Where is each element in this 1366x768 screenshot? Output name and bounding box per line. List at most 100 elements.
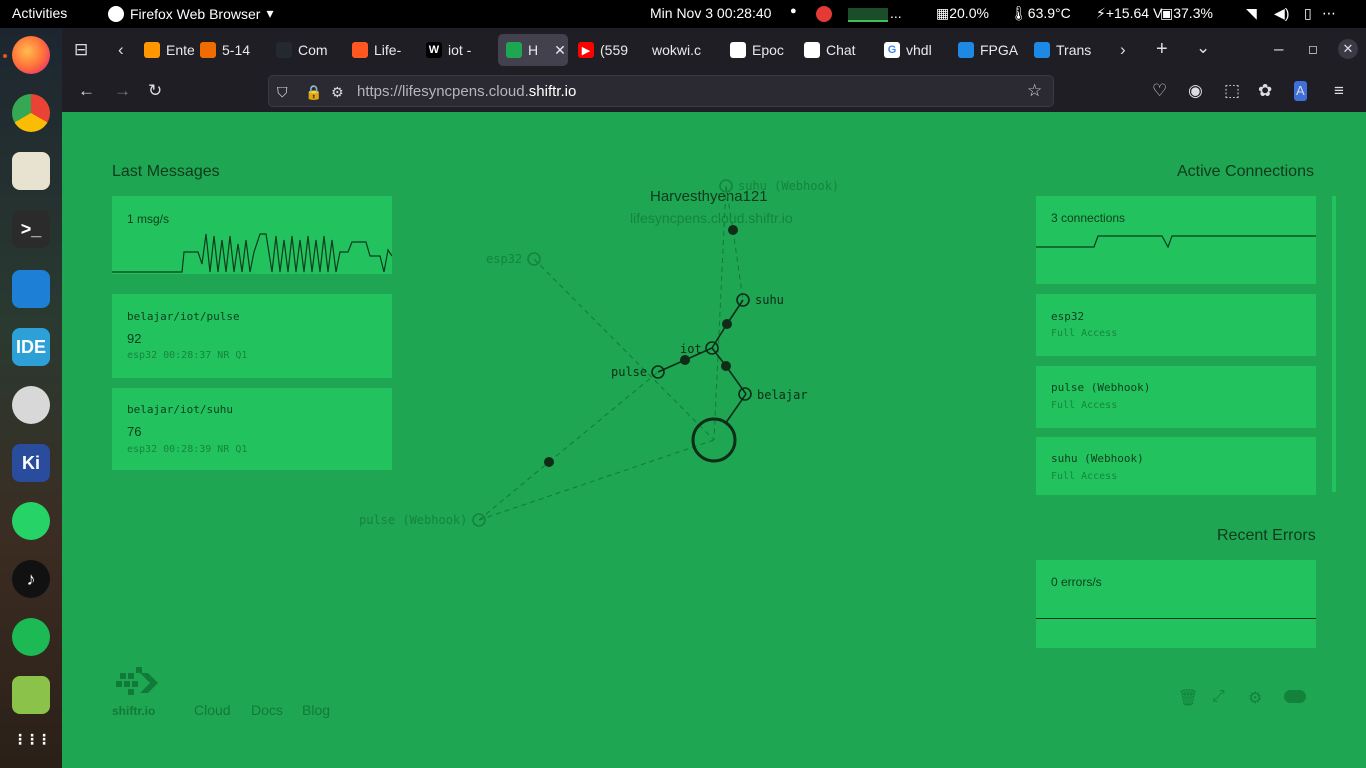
- connection-count-card: 3 connections: [1036, 196, 1316, 284]
- connections-scrollbar[interactable]: [1332, 196, 1336, 492]
- tab-label: Com: [298, 42, 328, 58]
- tab-0[interactable]: Ente: [144, 34, 194, 66]
- tiktok-icon[interactable]: ♪: [12, 560, 50, 598]
- tab-2[interactable]: Com: [276, 34, 344, 66]
- close-window-icon[interactable]: ✕: [1338, 39, 1358, 59]
- kicad-icon[interactable]: Ki: [12, 444, 50, 482]
- connection-card-esp32[interactable]: esp32 Full Access: [1036, 294, 1316, 356]
- error-rate: 0 errors/s: [1051, 575, 1102, 589]
- lock-icon[interactable]: 🔒: [305, 82, 322, 102]
- new-tab-icon[interactable]: +: [1156, 39, 1168, 59]
- graph-message-dot: [728, 225, 738, 235]
- tab-4[interactable]: Wiot -: [426, 34, 490, 66]
- tiktok-glyph: ♪: [26, 568, 36, 589]
- trash-icon[interactable]: 🗑: [1178, 688, 1198, 708]
- connection-graph[interactable]: suhu (Webhook) esp32 suhu iot pulse bela…: [342, 152, 942, 592]
- app-grid-icon[interactable]: ⋮⋮⋮: [12, 720, 51, 758]
- back-icon[interactable]: ←: [78, 81, 95, 101]
- connection-access: Full Access: [1051, 400, 1118, 411]
- tab-favicon-icon: ▶: [578, 42, 594, 58]
- maximize-icon[interactable]: ◻: [1308, 39, 1318, 59]
- activities-button[interactable]: Activities: [12, 5, 67, 21]
- connection-count-sparkline: [1036, 235, 1316, 249]
- tab-8[interactable]: Epoc: [730, 34, 796, 66]
- settings-icon[interactable]: [12, 386, 50, 424]
- footer-link-cloud[interactable]: Cloud: [194, 702, 231, 718]
- tab-12[interactable]: Trans: [1034, 34, 1100, 66]
- connection-access: Full Access: [1051, 471, 1118, 482]
- frog-app-icon[interactable]: [12, 676, 50, 714]
- shiftr-logo-icon: [116, 667, 158, 695]
- shield-icon[interactable]: ⛉: [277, 82, 288, 102]
- tabs-scroll-right-icon[interactable]: ›: [1120, 40, 1126, 60]
- error-rate-line: [1036, 618, 1316, 619]
- logo-text: shiftr.io: [112, 704, 156, 718]
- firefox-small-icon: [108, 5, 124, 22]
- fullscreen-icon[interactable]: ⤢: [1212, 688, 1225, 706]
- connection-name: pulse (Webhook): [1051, 381, 1151, 394]
- footer-link-blog[interactable]: Blog: [302, 702, 330, 718]
- close-tab-icon[interactable]: ✕: [554, 42, 566, 59]
- arduino-ide-glyph: IDE: [15, 336, 46, 357]
- connection-card-suhu-webhook[interactable]: suhu (Webhook) Full Access: [1036, 437, 1316, 495]
- whatsapp-icon[interactable]: [12, 502, 50, 540]
- bookmark-star-icon[interactable]: ☆: [1027, 81, 1042, 101]
- tab-label: Epoc: [752, 42, 784, 58]
- battery-icon[interactable]: ▯: [1304, 5, 1312, 22]
- tab-favicon-icon: [144, 42, 160, 58]
- tab-favicon-icon: [730, 42, 746, 58]
- hamburger-menu-icon[interactable]: ≡: [1334, 81, 1344, 101]
- tab-11[interactable]: FPGA: [958, 34, 1026, 66]
- cpu-usage: ▦20.0%: [936, 5, 989, 22]
- shiftr-dashboard: Last Messages 1 msg/s belajar/iot/pulse …: [62, 112, 1366, 768]
- minimize-icon[interactable]: –: [1274, 39, 1283, 59]
- tab-10[interactable]: Gvhdl: [884, 34, 950, 66]
- spotify-icon[interactable]: [12, 618, 50, 656]
- chrome-icon[interactable]: [12, 94, 50, 132]
- url-domain: shiftr.io: [528, 83, 577, 100]
- clock[interactable]: Min Nov 3 00:28:40: [650, 5, 771, 21]
- connection-card-pulse-webhook[interactable]: pulse (Webhook) Full Access: [1036, 366, 1316, 428]
- permissions-icon[interactable]: ⚙: [331, 82, 344, 102]
- gear-icon[interactable]: ⚙: [1248, 688, 1262, 708]
- tab-1[interactable]: 5-14: [200, 34, 268, 66]
- cpu-icon: ▦: [936, 5, 950, 21]
- url-text[interactable]: https://lifesyncpens.cloud.shiftr.io: [357, 83, 576, 100]
- url-bar[interactable]: ⛉ 🔒 ⚙ https://lifesyncpens.cloud.shiftr.…: [268, 75, 1054, 107]
- footer-link-docs[interactable]: Docs: [251, 702, 283, 718]
- theme-toggle-icon[interactable]: [1284, 690, 1306, 703]
- pocket-icon[interactable]: ♡: [1152, 81, 1167, 101]
- tab-favicon-icon: [506, 42, 522, 58]
- files-icon[interactable]: [12, 152, 50, 190]
- tab-favicon-icon: [958, 42, 974, 58]
- reload-icon[interactable]: ↻: [148, 81, 162, 101]
- node-belajar[interactable]: [738, 387, 752, 401]
- tab-6[interactable]: ▶ (559: [578, 34, 644, 66]
- volume-icon[interactable]: ◀): [1274, 5, 1289, 22]
- translate-icon[interactable]: A: [1294, 81, 1307, 101]
- tab-5[interactable]: H ✕: [498, 34, 568, 66]
- shiftr-logo[interactable]: shiftr.io: [112, 665, 162, 718]
- vscode-icon[interactable]: [12, 270, 50, 308]
- tab-overview-icon[interactable]: ⊟: [74, 40, 88, 60]
- list-tabs-icon[interactable]: ⌄: [1196, 38, 1210, 58]
- account-icon[interactable]: ◉: [1188, 81, 1203, 101]
- extensions-icon[interactable]: ⬚: [1224, 81, 1240, 101]
- wifi-icon[interactable]: ◥: [1246, 5, 1257, 22]
- tab-9[interactable]: Chat: [804, 34, 874, 66]
- arduino-ide-icon[interactable]: IDE: [12, 328, 50, 366]
- app-menu[interactable]: Firefox Web Browser ▾: [108, 5, 273, 22]
- label-iot: iot: [680, 342, 702, 356]
- firefox-icon[interactable]: [12, 36, 50, 74]
- terminal-icon[interactable]: >_: [12, 210, 50, 248]
- recording-dot-icon: ●: [790, 5, 797, 17]
- forward-icon[interactable]: →: [114, 81, 131, 101]
- error-rate-card: 0 errors/s: [1036, 560, 1316, 648]
- tab-label: Life-: [374, 42, 402, 58]
- tabs-scroll-left-icon[interactable]: ‹: [118, 40, 124, 60]
- tab-favicon-icon: [804, 42, 820, 58]
- extension-gnome-icon[interactable]: ✿: [1258, 81, 1272, 101]
- tab-7[interactable]: wokwi.c: [652, 34, 722, 66]
- system-menu-ellipsis[interactable]: ⋯: [1322, 5, 1336, 22]
- tab-3[interactable]: Life-: [352, 34, 418, 66]
